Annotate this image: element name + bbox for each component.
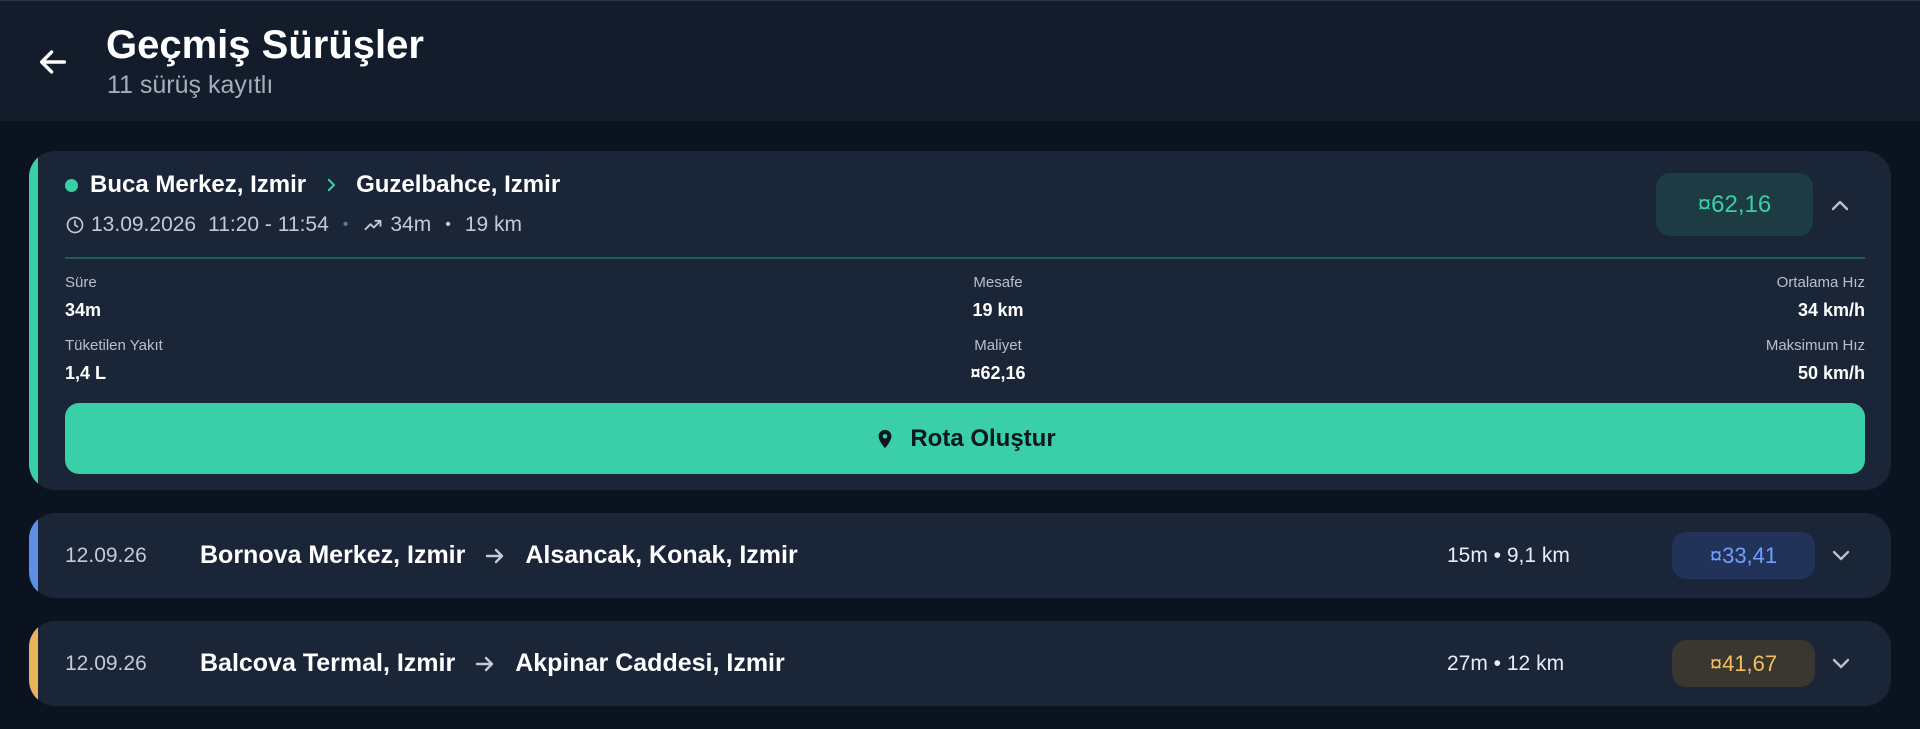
trip-destination: Alsancak, Konak, Izmir xyxy=(525,541,798,569)
trip-route: Bornova Merkez, Izmir Alsancak, Konak, I… xyxy=(200,513,798,598)
arrow-left-icon xyxy=(39,50,67,74)
trip-time: 11:20 - 11:54 xyxy=(208,213,329,236)
stat-label: Tüketilen Yakıt xyxy=(65,337,163,354)
trip-route: Buca Merkez, Izmir Guzelbahce, Izmir xyxy=(65,171,560,199)
stat-duration: Süre 34m xyxy=(65,274,101,321)
stat-label: Maksimum Hız xyxy=(1765,337,1865,354)
page-title: Geçmiş Sürüşler xyxy=(106,23,424,67)
card-divider xyxy=(65,257,1865,259)
chevron-down-icon[interactable] xyxy=(1821,535,1861,575)
stat-label: Ortalama Hız xyxy=(1776,274,1865,291)
stat-value: 19 km xyxy=(972,300,1024,320)
status-dot xyxy=(65,178,78,192)
trip-stats: 15m • 9,1 km xyxy=(1447,544,1570,567)
trip-price-badge[interactable]: ¤41,67 xyxy=(1672,640,1815,687)
trip-origin: Bornova Merkez, Izmir xyxy=(200,541,466,569)
trip-destination: Akpinar Caddesi, Izmir xyxy=(515,649,785,677)
stat-fuel: Tüketilen Yakıt 1,4 L xyxy=(65,337,163,384)
stat-label: Süre xyxy=(65,274,97,291)
stat-avg-speed: Ortalama Hız 34 km/h xyxy=(1777,274,1865,321)
stat-value: 34m xyxy=(65,300,102,320)
arrow-right-icon xyxy=(483,544,507,568)
trip-card[interactable]: 12.09.26 Bornova Merkez, Izmir Alsancak,… xyxy=(29,513,1891,598)
trip-distance: 19 km xyxy=(464,213,523,236)
separator-dot: • xyxy=(445,216,451,233)
stat-label: Mesafe xyxy=(973,274,1023,291)
trip-date: 12.09.26 xyxy=(65,544,147,567)
create-route-button[interactable]: Rota Oluştur xyxy=(65,403,1865,474)
trip-duration: 34m xyxy=(390,213,432,236)
trip-price: ¤62,16 xyxy=(1697,190,1772,218)
trip-card-expanded[interactable]: Buca Merkez, Izmir Guzelbahce, Izmir 13.… xyxy=(29,151,1891,490)
trip-list: Buca Merkez, Izmir Guzelbahce, Izmir 13.… xyxy=(29,151,1891,729)
trip-route: Balcova Termal, Izmir Akpinar Caddesi, I… xyxy=(200,621,785,706)
trip-date: 13.09.2026 xyxy=(91,213,197,236)
separator-dot: • xyxy=(342,216,349,233)
trip-price: ¤41,67 xyxy=(1709,650,1778,676)
stat-distance: Mesafe 19 km xyxy=(898,274,1098,321)
page-subtitle: 11 sürüş kayıtlı xyxy=(107,71,274,99)
trip-accent-bar xyxy=(29,513,38,598)
chevron-right-icon xyxy=(322,176,340,194)
trip-price-badge[interactable]: ¤33,41 xyxy=(1672,532,1815,579)
trip-stats: 27m • 12 km xyxy=(1447,652,1565,675)
stat-value: 50 km/h xyxy=(1797,363,1865,383)
stat-cost: Maliyet ¤62,16 xyxy=(898,337,1098,384)
app-header: Geçmiş Sürüşler 11 sürüş kayıtlı xyxy=(0,0,1920,121)
trip-origin: Balcova Termal, Izmir xyxy=(200,649,456,677)
stat-value: ¤62,16 xyxy=(970,363,1026,383)
stat-value: 1,4 L xyxy=(65,363,107,383)
trip-card[interactable]: 12.09.26 Balcova Termal, Izmir Akpinar C… xyxy=(29,621,1891,706)
trip-date: 12.09.26 xyxy=(65,652,147,675)
trip-origin: Buca Merkez, Izmir xyxy=(90,171,307,198)
trip-price-badge[interactable]: ¤62,16 xyxy=(1656,173,1813,236)
stat-label: Maliyet xyxy=(974,337,1022,354)
trending-icon xyxy=(364,219,382,231)
chevron-up-icon[interactable] xyxy=(1820,186,1860,226)
back-button[interactable] xyxy=(30,39,76,85)
stat-max-speed: Maksimum Hız 50 km/h xyxy=(1766,337,1865,384)
clock-icon xyxy=(66,216,84,234)
trip-accent-bar xyxy=(29,151,38,490)
chevron-down-icon[interactable] xyxy=(1821,643,1861,683)
create-route-label: Rota Oluştur xyxy=(910,424,1056,452)
stat-value: 34 km/h xyxy=(1797,300,1865,320)
trip-accent-bar xyxy=(29,621,38,706)
trip-destination: Guzelbahce, Izmir xyxy=(356,171,561,198)
trip-price: ¤33,41 xyxy=(1709,542,1778,568)
map-pin-icon xyxy=(878,429,892,448)
trip-meta: 13.09.2026 11:20 - 11:54 • 34m • 19 km xyxy=(65,213,522,237)
arrow-right-icon xyxy=(473,652,497,676)
